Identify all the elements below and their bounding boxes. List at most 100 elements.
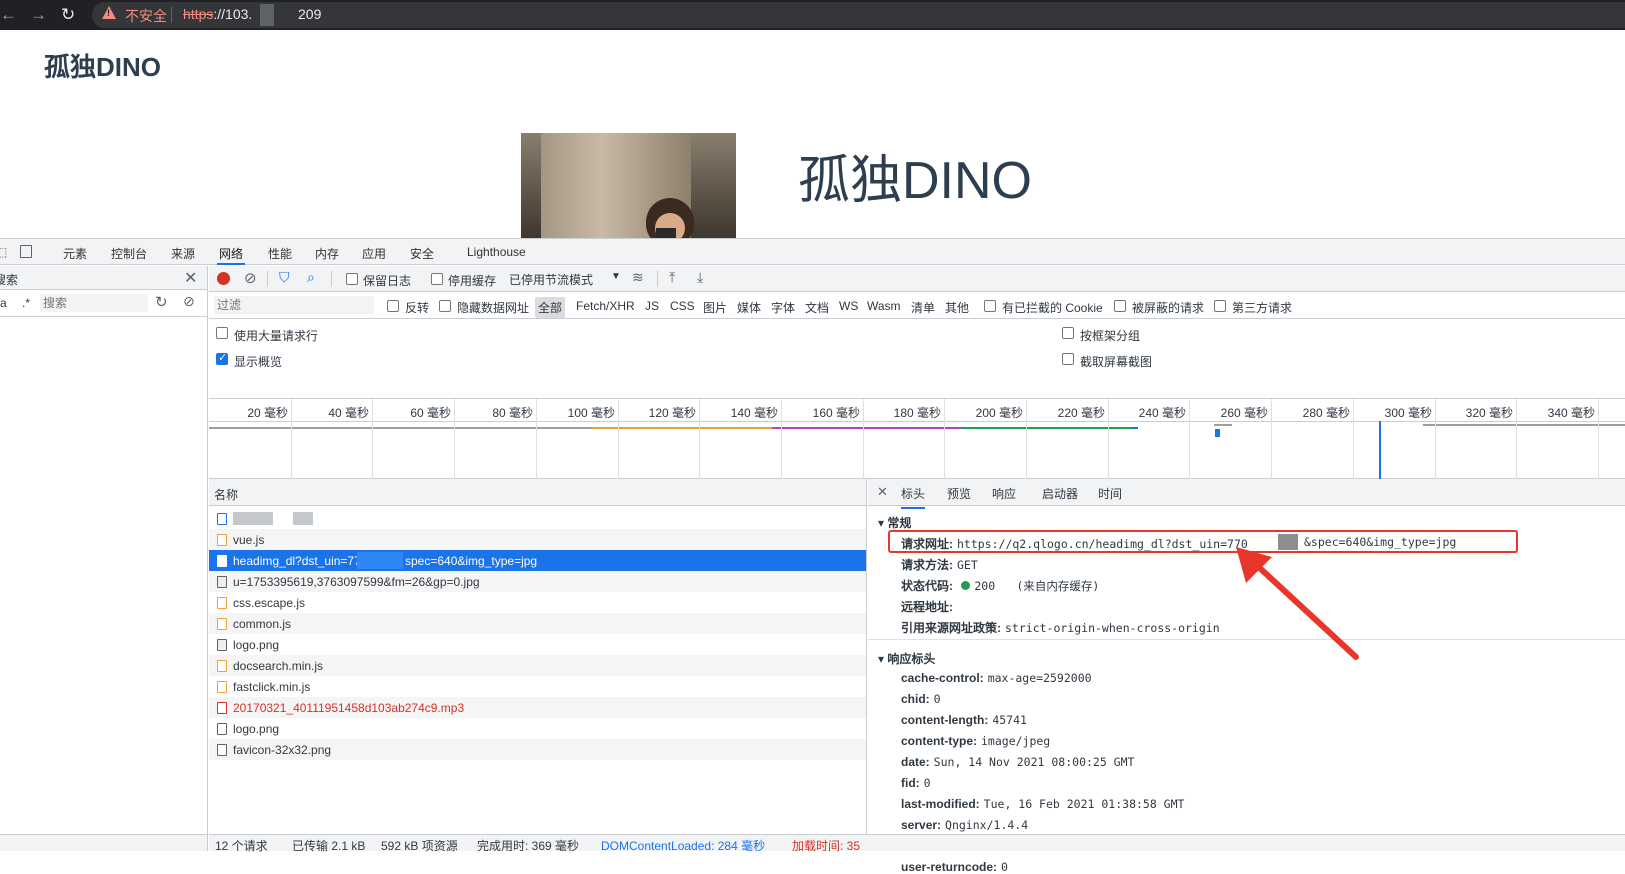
search-pane-footer <box>0 834 207 851</box>
type-filter-js[interactable]: JS <box>645 299 659 313</box>
arrow-right-icon[interactable]: → <box>30 5 47 25</box>
request-url-row: 请求网址: https://q2.qlogo.cn/headimg_dl?dst_… <box>901 535 1248 552</box>
type-filter-other[interactable]: 其他 <box>945 299 969 316</box>
request-row[interactable]: common.js <box>209 613 866 634</box>
type-filter-manifest[interactable]: 清单 <box>911 299 935 316</box>
search-input[interactable] <box>40 294 148 312</box>
invert-checkbox[interactable] <box>387 300 399 312</box>
type-filter-all[interactable]: 全部 <box>535 297 566 318</box>
request-row[interactable]: css.escape.js <box>209 592 866 613</box>
referrer-policy-value: strict-origin-when-cross-origin <box>1005 621 1220 635</box>
tab-initiator[interactable]: 启动器 <box>1042 485 1078 502</box>
request-row[interactable]: u=1753395619,3763097599&fm=26&gp=0.jpg <box>209 571 866 592</box>
group-by-frame-checkbox[interactable] <box>1062 327 1074 339</box>
type-filter-ws[interactable]: WS <box>839 299 858 313</box>
request-row[interactable]: fastclick.min.js <box>209 676 866 697</box>
url-text[interactable]: https://103. <box>183 6 252 22</box>
warning-icon[interactable] <box>102 6 116 19</box>
type-filter-wasm[interactable]: Wasm <box>867 299 901 313</box>
close-icon[interactable]: ✕ <box>184 268 197 288</box>
script-file-icon <box>217 618 227 630</box>
timeline-tick-label: 20 毫秒 <box>247 406 288 420</box>
request-row[interactable]: favicon-32x32.png <box>209 739 866 760</box>
site-title[interactable]: 孤独DINO <box>44 47 161 84</box>
url-host: ://103. <box>213 6 253 22</box>
request-list-header: 名称 <box>209 479 866 506</box>
tab-lighthouse[interactable]: Lighthouse <box>467 245 526 259</box>
request-row[interactable]: docsearch.min.js <box>209 655 866 676</box>
clear-icon[interactable]: ⊘ <box>183 293 195 310</box>
general-section-toggle[interactable]: ▾ 常规 <box>878 514 911 531</box>
request-url-value[interactable]: https://q2.qlogo.cn/headimg_dl?dst_uin=7… <box>957 537 1248 551</box>
tab-response[interactable]: 响应 <box>992 485 1016 502</box>
wifi-settings-icon[interactable]: ≋ <box>632 269 644 286</box>
reload-icon[interactable]: ↻ <box>61 5 75 25</box>
close-icon[interactable]: ✕ <box>877 484 888 500</box>
tab-performance[interactable]: 性能 <box>268 245 292 262</box>
request-row[interactable]: logo.png <box>209 634 866 655</box>
address-bar[interactable] <box>92 2 1625 28</box>
big-rows-checkbox[interactable] <box>216 327 228 339</box>
regex-toggle[interactable]: .* <box>22 296 30 310</box>
request-list: 名称 vue.js headimg_dl?dst_uin=770 spec=640&… <box>209 479 867 834</box>
match-case-toggle[interactable]: a <box>0 296 7 310</box>
type-filter-css[interactable]: CSS <box>670 299 695 313</box>
tab-timing[interactable]: 时间 <box>1098 485 1122 502</box>
type-filter-img[interactable]: 图片 <box>703 299 727 316</box>
throttle-select[interactable]: 已停用节流模式 <box>509 271 593 288</box>
show-overview-checkbox[interactable] <box>216 351 228 365</box>
preserve-log-checkbox[interactable] <box>346 273 358 285</box>
media-file-icon <box>217 702 227 714</box>
arrow-left-icon[interactable]: ← <box>0 5 17 25</box>
type-filter-doc[interactable]: 文档 <box>805 299 829 316</box>
hide-data-urls-label: 隐藏数据网址 <box>457 301 530 315</box>
disable-cache-checkbox[interactable] <box>431 273 443 285</box>
refresh-icon[interactable]: ↻ <box>155 293 168 311</box>
response-header-row: content-length: 45741 <box>901 713 1027 727</box>
security-warning[interactable]: 不安全 <box>125 6 167 26</box>
type-filter-xhr[interactable]: Fetch/XHR <box>576 299 635 313</box>
column-name-header[interactable]: 名称 <box>214 486 238 503</box>
tab-preview[interactable]: 预览 <box>947 485 971 502</box>
header-value: Sun, 14 Nov 2021 08:00:25 GMT <box>933 755 1135 769</box>
search-icon[interactable]: ⌕ <box>307 269 315 286</box>
blocked-requests-checkbox[interactable] <box>1114 300 1126 312</box>
tab-console[interactable]: 控制台 <box>111 245 147 262</box>
timeline-gridline <box>1108 399 1109 479</box>
device-toggle-icon[interactable] <box>20 245 32 258</box>
chevron-down-icon[interactable]: ▼ <box>611 271 621 282</box>
request-row[interactable]: vue.js <box>209 529 866 550</box>
network-overview[interactable]: 20 毫秒 40 毫秒 60 毫秒 80 毫秒 100 毫秒 120 毫秒 140 毫秒 16… <box>209 399 1625 479</box>
request-row[interactable]: 20170321_40111951458d103ab274c9.mp3 <box>209 697 866 718</box>
tab-security[interactable]: 安全 <box>410 245 434 262</box>
capture-screenshots-checkbox[interactable] <box>1062 353 1074 365</box>
blocked-cookies-checkbox[interactable] <box>984 300 996 312</box>
dcl-time: DOMContentLoaded: 284 毫秒 <box>601 839 766 853</box>
blocked-cookies-label: 有已拦截的 Cookie <box>1002 301 1103 315</box>
timeline-tick-label: 140 毫秒 <box>730 406 778 420</box>
download-icon[interactable]: ⤓ <box>697 269 703 286</box>
search-pane: 搜索 ✕ a .* ↻ ⊘ <box>0 266 208 851</box>
inspect-icon[interactable]: ⬚ <box>0 245 7 259</box>
tab-application[interactable]: 应用 <box>362 245 386 262</box>
hide-data-urls-checkbox[interactable] <box>439 300 451 312</box>
tab-headers[interactable]: 标头 <box>901 485 926 509</box>
filter-icon[interactable]: ⛉ <box>279 269 290 286</box>
clear-icon[interactable]: ⊘ <box>244 269 257 287</box>
response-headers-toggle[interactable]: ▾ 响应标头 <box>878 650 935 667</box>
tab-sources[interactable]: 来源 <box>171 245 195 262</box>
tab-elements[interactable]: 元素 <box>63 245 87 262</box>
tab-memory[interactable]: 内存 <box>315 245 339 262</box>
remote-address-label: 远程地址: <box>901 600 953 614</box>
response-header-row: server: Qnginx/1.4.4 <box>901 818 1028 832</box>
type-filter-media[interactable]: 媒体 <box>737 299 761 316</box>
request-row[interactable]: logo.png <box>209 718 866 739</box>
filter-input[interactable] <box>214 296 374 314</box>
type-filter-font[interactable]: 字体 <box>771 299 795 316</box>
tab-network[interactable]: 网络 <box>216 245 246 265</box>
third-party-checkbox[interactable] <box>1214 300 1226 312</box>
request-row[interactable]: headimg_dl?dst_uin=770 spec=640&img_type=… <box>209 550 866 571</box>
upload-icon[interactable]: ⤒ <box>669 269 675 286</box>
record-icon[interactable] <box>217 272 230 285</box>
request-row[interactable] <box>209 508 866 529</box>
